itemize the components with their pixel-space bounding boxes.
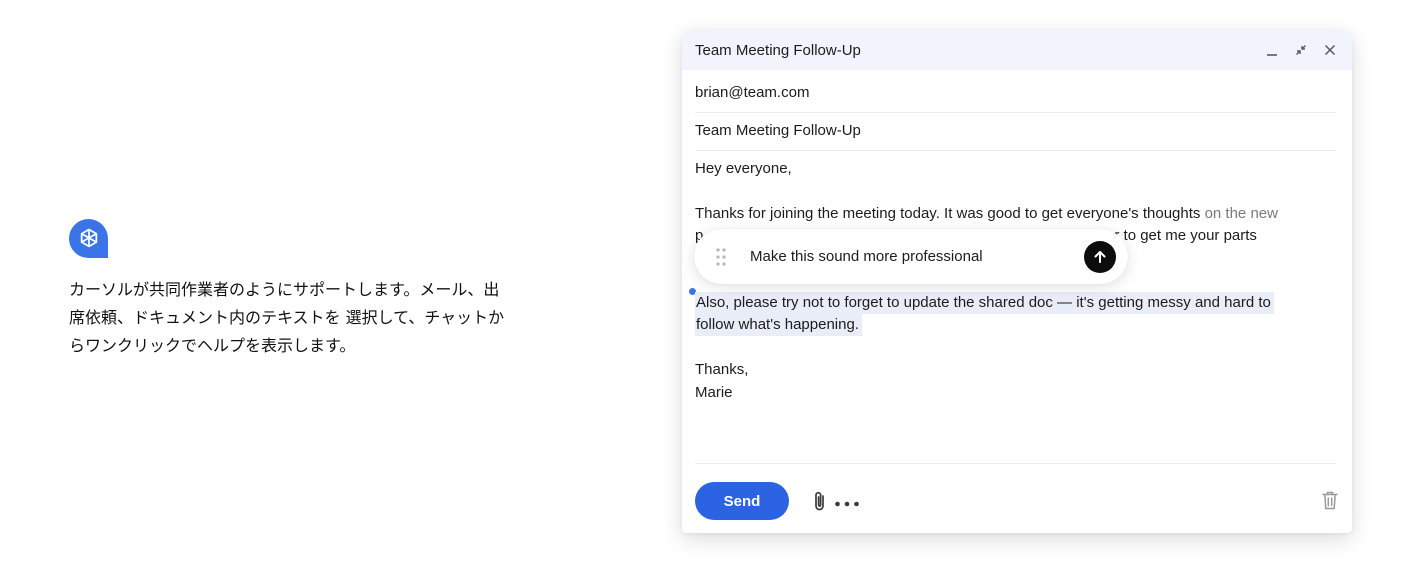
body-signoff[interactable]: Thanks, [695,359,1295,381]
compose-window: Team Meeting Follow-Up brian@team.com Te… [682,30,1352,533]
prompt-bar[interactable]: Make this sound more professional [694,229,1128,284]
selected-text[interactable]: Also, please try not to forget to update… [695,292,1274,336]
compose-header: Team Meeting Follow-Up [682,30,1352,70]
promo-description: カーソルが共同作業者のようにサポートします。メール、出席依頼、ドキュメント内のテ… [69,280,505,355]
minimize-icon[interactable] [1262,40,1282,60]
subject-field[interactable]: Team Meeting Follow-Up [695,112,1336,151]
body-paragraph-1-text: Thanks for joining the meeting today. It… [695,205,1201,222]
window-controls [1262,40,1340,60]
openai-logo-icon [69,219,108,258]
close-icon[interactable] [1320,40,1340,60]
more-horizontal-icon[interactable] [834,496,860,507]
send-button[interactable]: Send [695,482,789,520]
collapse-icon[interactable] [1291,40,1311,60]
drag-handle-icon[interactable] [716,248,726,266]
prompt-input[interactable]: Make this sound more professional [750,229,983,284]
footer-divider [695,463,1336,464]
body-paragraph-2[interactable]: Also, please try not to forget to update… [695,292,1295,336]
body-greeting[interactable]: Hey everyone, [695,158,1295,180]
compose-title: Team Meeting Follow-Up [695,42,861,59]
arrow-up-icon[interactable] [1084,241,1116,273]
body-paragraph-1-faded: on the new [1200,205,1278,222]
paperclip-icon[interactable] [812,490,828,512]
body-signature[interactable]: Marie [695,382,1295,404]
trash-icon[interactable] [1322,491,1338,510]
to-field[interactable]: brian@team.com [695,74,1336,113]
